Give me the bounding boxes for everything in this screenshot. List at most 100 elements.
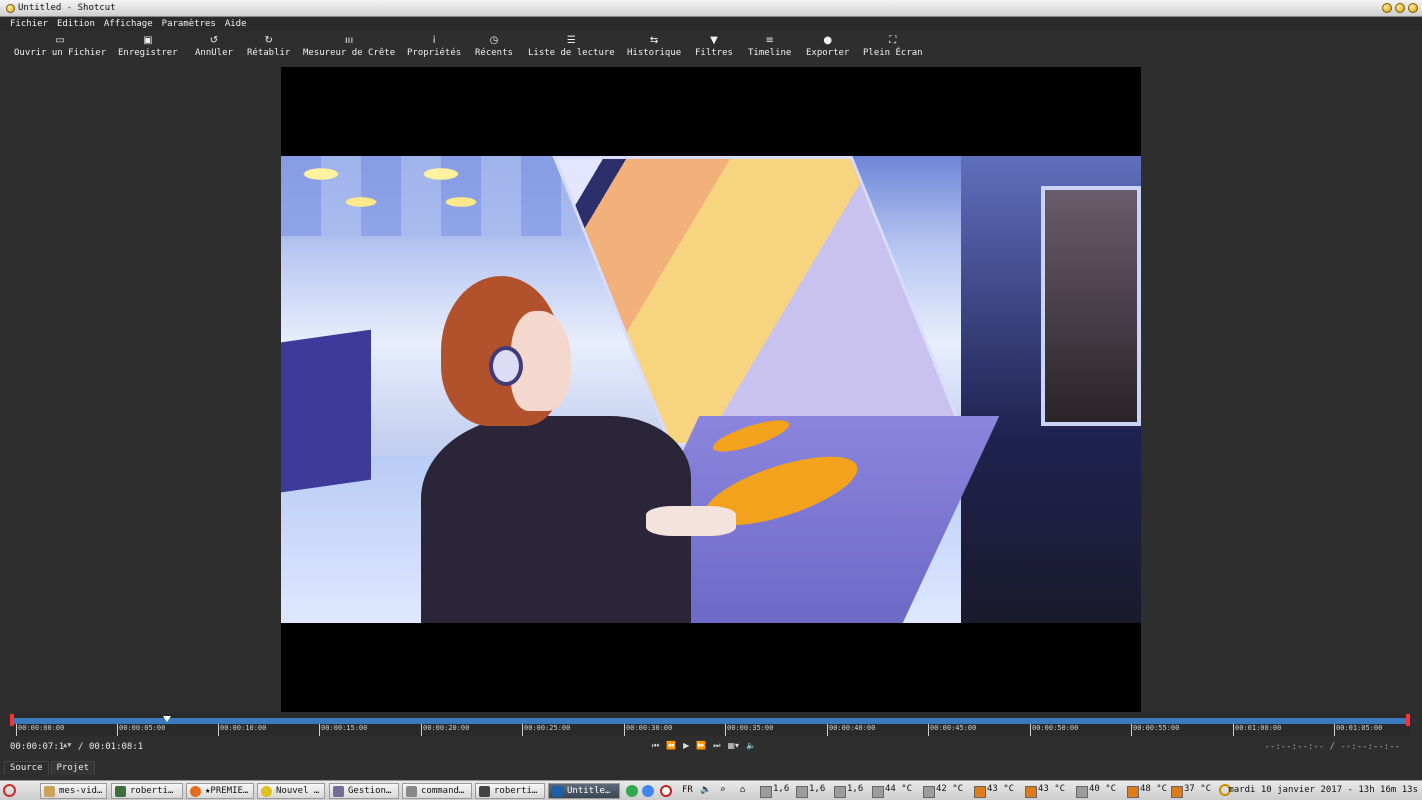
play-icon[interactable]: ▶ [683,741,689,751]
menu-fichier[interactable]: Fichier [10,18,48,31]
chrome-icon [261,786,272,797]
ruler-tick: 00:01:00:00 [1233,724,1281,736]
terminal-icon [115,786,126,797]
in-point-marker[interactable] [10,714,14,726]
open-file-button[interactable]: ▭ Ouvrir un Fichier [14,34,106,64]
firefox-icon [190,786,201,797]
scrub-bar[interactable]: 00:00:00:00 00:00:05:00 00:00:10:00 00:0… [10,714,1410,736]
system-clock[interactable]: mardi 10 janvier 2017 - 13h 16m 13s [1228,785,1418,795]
menu-affichage[interactable]: Affichage [104,18,153,31]
duration-timecode: 00:01:08:1 [89,742,144,752]
peak-meter-icon: ııı [344,35,354,46]
export-icon: ● [823,35,833,46]
terminal-icon [479,786,490,797]
window-title: Untitled - Shotcut [18,3,116,13]
window-controls [1382,3,1418,13]
in-out-timecode: --:--:--:-- / --:--:--:-- [1264,742,1400,752]
taskbar-item[interactable]: ★PREMIE… [186,783,254,799]
fullscreen-button[interactable]: ⛶ Plein Écran [863,34,923,64]
history-button[interactable]: ⇆ Historique [627,34,681,64]
keyboard-layout[interactable]: FR [682,785,693,795]
taskbar-item[interactable]: mes-vid… [40,783,107,799]
info-icon: i [432,35,436,46]
clock-icon: ◷ [489,35,499,46]
ruler-tick: 00:00:20:00 [421,724,469,736]
undo-button[interactable]: ↺ AnnUler [195,34,233,64]
skip-next-icon[interactable]: ⏭ [713,741,720,751]
document-icon [406,786,417,797]
taskbar-item[interactable]: roberti… [111,783,183,799]
history-icon: ⇆ [649,35,659,46]
peak-meter-button[interactable]: ııı Mesureur de Crête [303,34,395,64]
network-tray-icon[interactable]: ⌂ [740,785,745,795]
shotcut-app-icon [6,4,15,13]
taskbar-item[interactable]: Nouvel … [257,783,325,799]
recent-button[interactable]: ◷ Récents [475,34,513,64]
out-point-marker[interactable] [1406,714,1410,726]
properties-button[interactable]: i Propriétés [407,34,461,64]
timecode-spinner-icon[interactable]: ▲▼ [63,741,71,749]
timeline-button[interactable]: ≡ Timeline [748,34,791,64]
tab-source[interactable]: Source [4,761,49,775]
start-menu-icon[interactable] [3,784,16,797]
taskbar-item-active[interactable]: Untitle… [548,783,620,799]
fast-forward-icon[interactable]: ⏩ [696,741,706,751]
minimize-button[interactable] [1382,3,1392,13]
ruler-tick: 00:00:10:00 [218,724,266,736]
temperature-sensor: 43 °C [1025,784,1065,798]
folder-icon: ▭ [55,35,65,46]
menu-aide[interactable]: Aide [225,18,247,31]
maximize-button[interactable] [1395,3,1405,13]
transport-bar: 00:00:07:1 ▲▼ / 00:01:08:1 ⏮ ⏪ ▶ ⏩ ⏭ ▦▾ … [0,740,1422,756]
position-timecode[interactable]: 00:00:07:1 [10,742,64,752]
filters-button[interactable]: ▼ Filtres [695,34,733,64]
undo-icon: ↺ [209,35,219,46]
filter-icon: ▼ [710,35,718,46]
grid-toggle-icon[interactable]: ▦▾ [728,741,740,751]
menu-edition[interactable]: Edition [57,18,95,31]
redo-button[interactable]: ↻ Rétablir [247,34,290,64]
ruler-tick: 00:00:45:00 [928,724,976,736]
player-tabs: Source Projet [4,761,96,775]
taskbar-item[interactable]: roberti… [475,783,545,799]
save-button[interactable]: ▣ Enregistrer [118,34,178,64]
temperature-sensor: 40 °C [1076,784,1116,798]
alarm-clock-icon[interactable] [660,785,672,797]
volume-tray-icon[interactable]: 🔈 [700,785,711,795]
temperature-sensor: 37 °C [1171,784,1211,798]
cpu-frequency: 1,6 [760,784,789,798]
playback-controls: ⏮ ⏪ ▶ ⏩ ⏭ ▦▾ 🔈 [652,741,756,751]
network-status-icon[interactable] [626,785,638,797]
temperature-sensor: 42 °C [923,784,963,798]
chrome-tray-icon[interactable] [642,785,654,797]
temperature-sensor: 43 °C [974,784,1014,798]
export-button[interactable]: ● Exporter [806,34,849,64]
ruler-tick: 00:00:55:00 [1131,724,1179,736]
redo-icon: ↻ [264,35,273,46]
ruler-tick: 00:00:25:00 [522,724,570,736]
ruler-tick: 00:00:50:00 [1030,724,1078,736]
video-player[interactable] [281,67,1141,712]
timecode-separator: / [78,742,84,752]
list-icon: ☰ [566,35,576,46]
skip-previous-icon[interactable]: ⏮ [652,741,659,751]
save-icon: ▣ [143,35,153,46]
settings-icon [333,786,344,797]
ruler-tick: 00:00:35:00 [725,724,773,736]
playhead[interactable] [163,716,171,722]
cpu-frequency: 1,6 [834,784,863,798]
video-frame-image [281,156,1141,623]
search-tray-icon[interactable]: ⌕ [720,785,725,795]
temperature-sensor: 48 °C [1127,784,1167,798]
tab-projet[interactable]: Projet [50,761,96,775]
menu-parametres[interactable]: Paramètres [162,18,216,31]
close-button[interactable] [1408,3,1418,13]
taskbar-item[interactable]: Gestion… [329,783,399,799]
rewind-icon[interactable]: ⏪ [666,741,676,751]
playlist-button[interactable]: ☰ Liste de lecture [528,34,615,64]
cpu-frequency: 1,6 [796,784,825,798]
taskbar-item[interactable]: command… [402,783,472,799]
volume-icon[interactable]: 🔈 [746,741,756,751]
ruler-tick: 00:01:05:00 [1334,724,1382,736]
os-taskbar: mes-vid… roberti… ★PREMIE… Nouvel … Gest… [0,780,1422,800]
